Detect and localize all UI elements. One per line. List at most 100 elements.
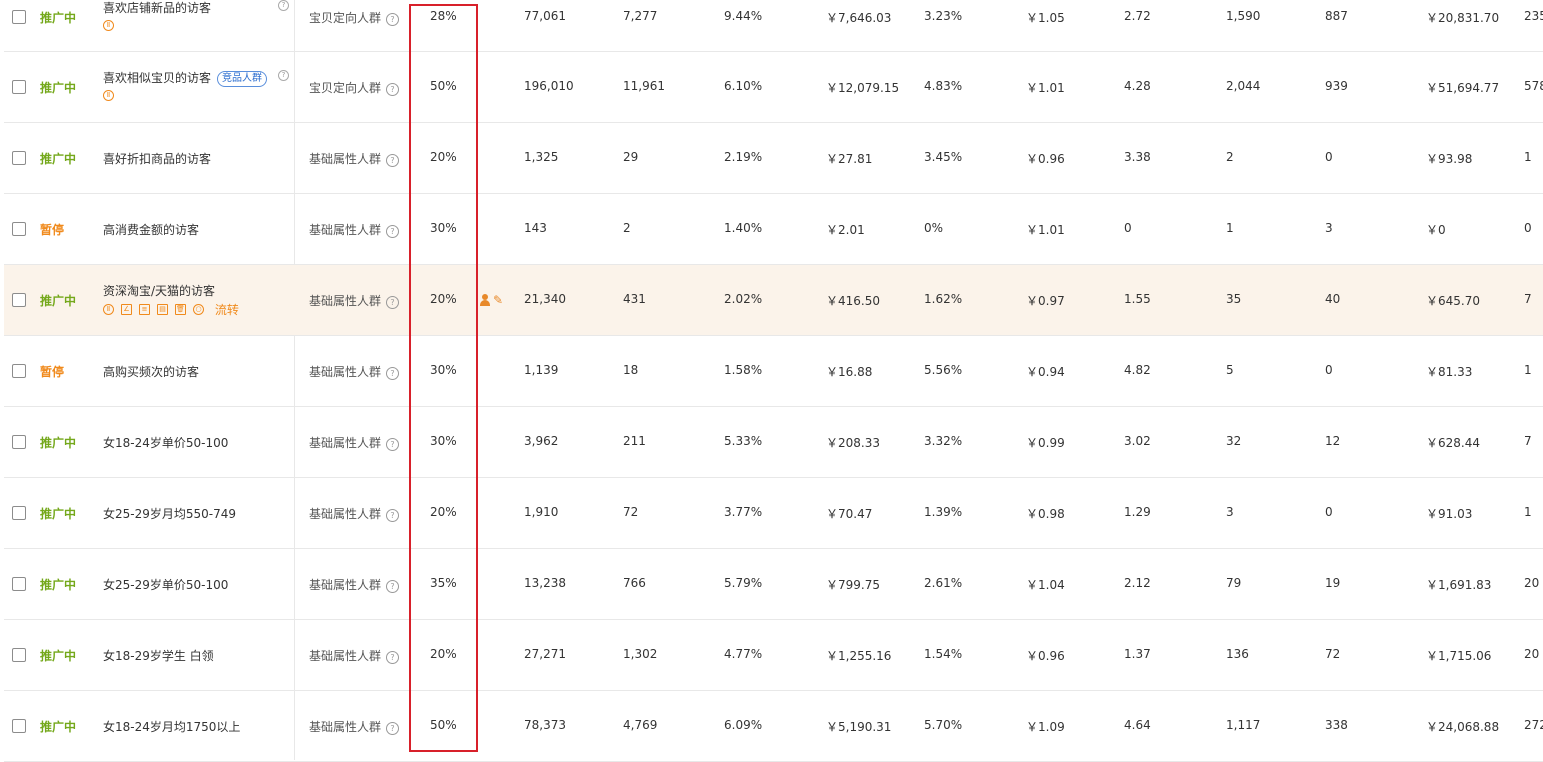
status-label[interactable]: 推广中 bbox=[40, 434, 76, 451]
row-checkbox[interactable] bbox=[12, 577, 26, 591]
row-checkbox[interactable] bbox=[12, 364, 26, 378]
help-icon[interactable]: ? bbox=[386, 83, 400, 96]
metric-impressions: 1,139 bbox=[524, 363, 559, 377]
flow-label: 流转 bbox=[214, 303, 239, 317]
metric-gmv: ￥20,831.70 bbox=[1426, 11, 1500, 25]
row-checkbox[interactable] bbox=[12, 151, 26, 165]
row-checkbox[interactable] bbox=[12, 506, 26, 520]
pause-icon[interactable]: Ⅱ bbox=[103, 20, 114, 31]
metric-cpc: ￥0.99 bbox=[1026, 436, 1065, 450]
premium-percent[interactable]: 30% bbox=[430, 434, 457, 448]
premium-percent[interactable]: 50% bbox=[430, 79, 457, 93]
status-label[interactable]: 暂停 bbox=[40, 221, 64, 238]
status-label[interactable]: 推广中 bbox=[40, 576, 76, 593]
help-icon[interactable]: ? bbox=[386, 367, 400, 380]
pause-icon[interactable]: Ⅱ bbox=[103, 90, 114, 101]
help-icon[interactable]: ? bbox=[386, 509, 400, 522]
row-checkbox[interactable] bbox=[12, 222, 26, 236]
table-row[interactable]: 暂停 高消费金额的访客 基础属性人群? 30% 143 2 1.40% ￥2.01 0% ￥1.0… bbox=[4, 194, 1543, 265]
metric-orders: 235 bbox=[1524, 9, 1543, 23]
metric-conversion-rate: 4.83% bbox=[924, 79, 963, 93]
metric-conversion-rate: 1.62% bbox=[924, 292, 963, 306]
report-icon[interactable]: ≡ bbox=[139, 304, 150, 315]
delete-icon[interactable]: 🗑 bbox=[175, 304, 186, 315]
crowd-user-icon[interactable] bbox=[479, 293, 491, 306]
crowd-name-text: 喜欢相似宝贝的访客 bbox=[103, 71, 212, 85]
row-checkbox[interactable] bbox=[12, 435, 26, 449]
table-row[interactable]: 推广中 喜欢店铺新品的访客? Ⅱ 宝贝定向人群? 28% 77,061 7,277 9.44%… bbox=[4, 0, 1543, 52]
metric-ctr: 3.77% bbox=[724, 505, 763, 519]
table-row[interactable]: 推广中 女25-29岁单价50-100 基础属性人群? 35% 13,238 766 5.7… bbox=[4, 549, 1543, 620]
premium-percent[interactable]: 20% bbox=[430, 647, 457, 661]
crowd-name: 喜欢店铺新品的访客 bbox=[103, 0, 211, 16]
help-icon[interactable]: ? bbox=[386, 154, 400, 167]
row-checkbox[interactable] bbox=[12, 719, 26, 733]
metric-gmv: ￥91.03 bbox=[1426, 507, 1473, 521]
pause-icon[interactable]: Ⅱ bbox=[103, 304, 114, 315]
row-checkbox[interactable] bbox=[12, 80, 26, 94]
status-label[interactable]: 推广中 bbox=[40, 79, 76, 96]
table-row[interactable]: 暂停 高购买频次的访客 基础属性人群? 30% 1,139 18 1.58% ￥16.88 5.… bbox=[4, 336, 1543, 407]
crowd-type: 基础属性人群? bbox=[309, 434, 400, 451]
status-label[interactable]: 推广中 bbox=[40, 9, 76, 26]
crowd-type: 基础属性人群? bbox=[309, 150, 400, 167]
help-icon[interactable]: ? bbox=[386, 438, 400, 451]
metric-add-to-cart: 19 bbox=[1325, 576, 1341, 590]
premium-percent[interactable]: 50% bbox=[430, 718, 457, 732]
metric-conversion-rate: 3.45% bbox=[924, 150, 963, 164]
metric-impressions: 78,373 bbox=[524, 718, 566, 732]
premium-percent[interactable]: 35% bbox=[430, 576, 457, 590]
row-checkbox[interactable] bbox=[12, 648, 26, 662]
metric-roi: 3.38 bbox=[1124, 150, 1151, 164]
edit-pencil-icon[interactable]: ✎ bbox=[493, 293, 503, 307]
document-icon[interactable]: ▤ bbox=[157, 304, 168, 315]
metric-clicks: 2 bbox=[623, 221, 631, 235]
crowd-type: 基础属性人群? bbox=[309, 292, 400, 309]
status-label[interactable]: 推广中 bbox=[40, 647, 76, 664]
premium-percent[interactable]: 20% bbox=[430, 150, 457, 164]
status-label[interactable]: 推广中 bbox=[40, 505, 76, 522]
help-icon[interactable]: ? bbox=[278, 0, 289, 11]
help-icon[interactable]: ? bbox=[386, 296, 400, 309]
flow-action[interactable]: ○ 流转 bbox=[193, 302, 246, 317]
metric-impressions: 196,010 bbox=[524, 79, 574, 93]
help-icon[interactable]: ? bbox=[278, 70, 289, 81]
crowd-name-text: 女25-29岁月均550-749 bbox=[103, 507, 237, 521]
premium-percent[interactable]: 20% bbox=[430, 292, 457, 306]
metric-spend: ￥7,646.03 bbox=[826, 11, 892, 25]
table-row[interactable]: 推广中 女18-24岁月均1750以上 基础属性人群? 50% 78,373 4,769 6… bbox=[4, 691, 1543, 762]
status-label[interactable]: 推广中 bbox=[40, 150, 76, 167]
metric-impressions: 27,271 bbox=[524, 647, 566, 661]
metric-favorites: 2,044 bbox=[1226, 79, 1261, 93]
status-label[interactable]: 推广中 bbox=[40, 718, 76, 735]
metric-conversion-rate: 2.61% bbox=[924, 576, 963, 590]
status-label[interactable]: 暂停 bbox=[40, 363, 64, 380]
metric-roi: 1.37 bbox=[1124, 647, 1151, 661]
metric-conversion-rate: 0% bbox=[924, 221, 944, 235]
table-row[interactable]: 推广中 喜欢相似宝贝的访客 竞品人群? Ⅱ 宝贝定向人群? 50% 196,010 11,96… bbox=[4, 52, 1543, 123]
premium-percent[interactable]: 30% bbox=[430, 363, 457, 377]
table-row[interactable]: 推广中 女18-24岁单价50-100 基础属性人群? 30% 3,962 211 5.33… bbox=[4, 407, 1543, 478]
status-label[interactable]: 推广中 bbox=[40, 292, 76, 309]
crowd-name-text: 高购买频次的访客 bbox=[103, 365, 200, 379]
help-icon[interactable]: ? bbox=[386, 722, 400, 735]
table-row[interactable]: 推广中 女18-29岁学生 白领 基础属性人群? 20% 27,271 1,302 4.77… bbox=[4, 620, 1543, 691]
table-row[interactable]: 推广中 女25-29岁月均550-749 基础属性人群? 20% 1,910 72 3.77… bbox=[4, 478, 1543, 549]
metric-favorites: 79 bbox=[1226, 576, 1242, 590]
help-icon[interactable]: ? bbox=[386, 225, 400, 238]
help-icon[interactable]: ? bbox=[386, 580, 400, 593]
trend-chart-icon[interactable]: ∠ bbox=[121, 304, 132, 315]
crowd-name: 高购买频次的访客 bbox=[103, 363, 199, 380]
table-row[interactable]: 推广中 喜好折扣商品的访客 基础属性人群? 20% 1,325 29 2.19% ￥27.81… bbox=[4, 123, 1543, 194]
help-icon[interactable]: ? bbox=[386, 651, 400, 664]
metric-orders: 1 bbox=[1524, 363, 1532, 377]
metric-conversion-rate: 5.70% bbox=[924, 718, 963, 732]
premium-percent[interactable]: 20% bbox=[430, 505, 457, 519]
premium-percent[interactable]: 28% bbox=[430, 9, 457, 23]
table-row[interactable]: 推广中 资深淘宝/天猫的访客 Ⅱ ∠ ≡ ▤ 🗑 ○ 流转 基础属性人群? 20% ✎ 21,340 4… bbox=[4, 265, 1543, 336]
row-checkbox[interactable] bbox=[12, 10, 26, 24]
help-icon[interactable]: ? bbox=[386, 13, 400, 26]
row-checkbox[interactable] bbox=[12, 293, 26, 307]
premium-percent[interactable]: 30% bbox=[430, 221, 457, 235]
metric-roi: 4.28 bbox=[1124, 79, 1151, 93]
